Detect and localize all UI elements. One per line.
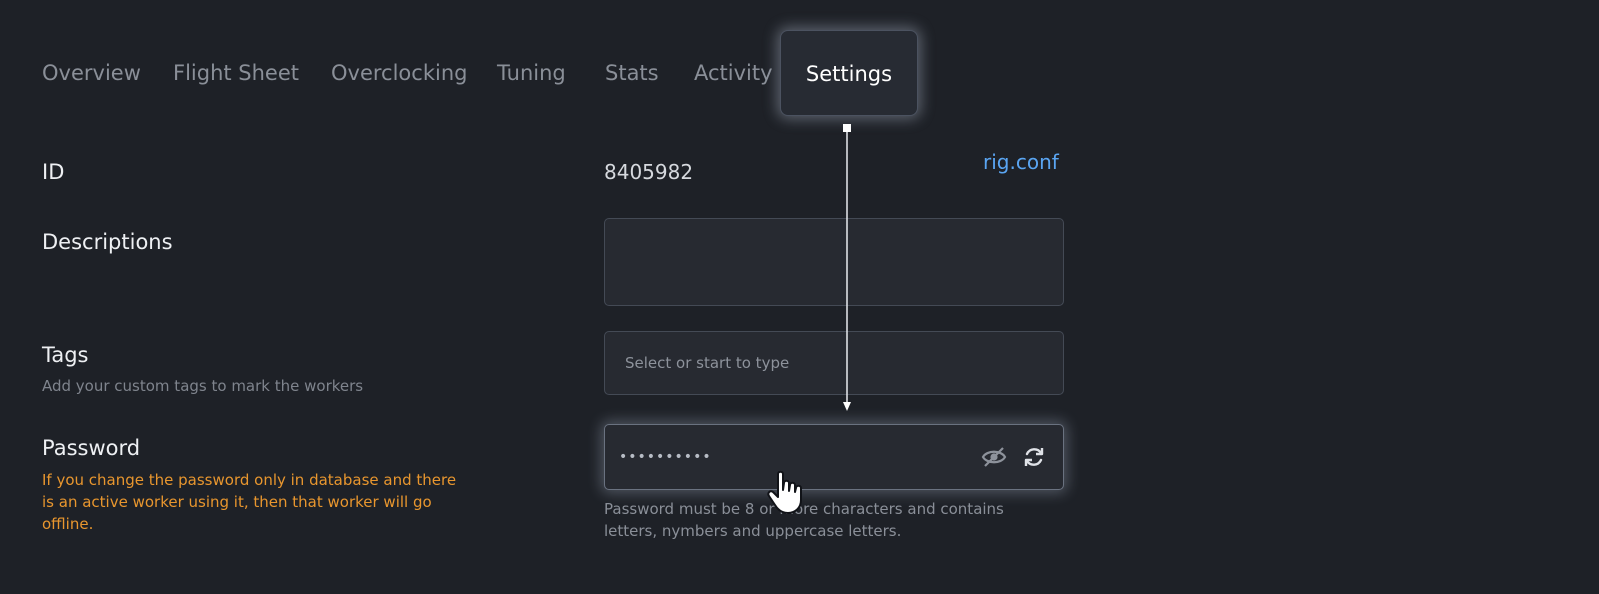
password-input[interactable]: •••••••••• (604, 424, 1064, 490)
descriptions-textarea[interactable] (604, 218, 1064, 306)
tab-overclocking[interactable]: Overclocking (331, 30, 467, 116)
id-label: ID (42, 160, 65, 184)
password-warning: If you change the password only in datab… (42, 471, 457, 533)
tab-stats[interactable]: Stats (605, 30, 659, 116)
rig-settings-page: Overview Flight Sheet Overclocking Tunin… (0, 0, 1599, 594)
tags-label: Tags (42, 343, 89, 367)
tags-hint: Add your custom tags to mark the workers (42, 377, 364, 395)
tab-settings[interactable]: Settings (780, 30, 918, 116)
eye-off-icon[interactable] (979, 442, 1009, 472)
id-value: 8405982 (604, 160, 694, 184)
password-masked-value: •••••••••• (619, 449, 712, 465)
hand-cursor-icon (767, 470, 802, 514)
rig-conf-link[interactable]: rig.conf (983, 150, 1059, 174)
tab-overview[interactable]: Overview (42, 30, 141, 116)
descriptions-label: Descriptions (42, 230, 173, 254)
tab-tuning[interactable]: Tuning (497, 30, 566, 116)
password-label: Password (42, 436, 141, 460)
refresh-icon[interactable] (1019, 442, 1049, 472)
tab-flight-sheet[interactable]: Flight Sheet (173, 30, 299, 116)
tab-activity[interactable]: Activity (694, 30, 773, 116)
tags-select[interactable]: Select or start to type (604, 331, 1064, 395)
